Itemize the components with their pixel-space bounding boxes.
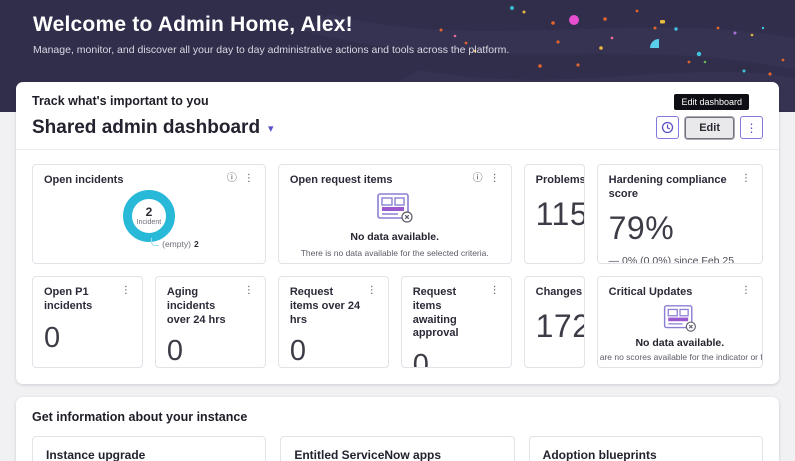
dashboard-actions: Edit dashboard Edit ⋮ — [656, 94, 763, 139]
card-title: Open P1 incidents — [44, 286, 93, 312]
no-data-illustration-icon — [376, 192, 413, 223]
no-data-title: No data available. — [350, 230, 440, 243]
changes-value: 172 — [535, 307, 584, 344]
card-title: Request items awaiting approval — [412, 286, 459, 340]
card-open-p1-incidents: Open P1 incidents ⋮ 0 — [32, 276, 143, 368]
donut-unit: Incident — [136, 218, 162, 226]
instance-info-panel: Get information about your instance Inst… — [16, 397, 779, 461]
page-title: Welcome to Admin Home, Alex! — [33, 13, 353, 36]
dashboard-cards-grid: Open incidents ⓘ ⋮ 2 Incident (empty) 2 — [32, 164, 763, 368]
kebab-menu-icon[interactable]: ⋮ — [244, 286, 254, 296]
hardening-value: 79% — [608, 209, 675, 246]
kebab-menu-icon[interactable]: ⋮ — [490, 286, 500, 296]
hardening-delta: — 0% (0.0%) since Feb 25 — [608, 254, 735, 264]
dashboard-section-heading: Track what's important to you — [32, 94, 209, 108]
info-cards-grid: Instance upgrade Entitled ServiceNow app… — [32, 436, 763, 461]
dashboard-title-row: Shared admin dashboard ▾ Edit dashboard … — [32, 94, 763, 139]
card-adoption-blueprints[interactable]: Adoption blueprints — [528, 436, 763, 461]
card-open-request-items: Open request items ⓘ ⋮ No data available… — [277, 164, 512, 264]
donut-value: 2 — [145, 204, 153, 219]
dashboard-more-button[interactable]: ⋮ — [740, 116, 763, 139]
dashboard-panel: Track what's important to you Shared adm… — [16, 82, 779, 384]
card-aging-incidents: Aging incidents over 24 hrs ⋮ 0 — [154, 276, 266, 368]
edit-dashboard-tooltip: Edit dashboard — [674, 94, 749, 110]
request-over-24-value: 0 — [289, 335, 307, 368]
dashboard-title-label: Shared admin dashboard — [32, 116, 261, 138]
kebab-menu-icon[interactable]: ⋮ — [490, 174, 500, 184]
edit-dashboard-button[interactable]: Edit — [685, 116, 734, 139]
open-incidents-donut-chart[interactable]: 2 Incident (empty) 2 — [44, 189, 254, 249]
no-data-message: There are no scores available for the in… — [598, 351, 763, 362]
legend-label: (empty) — [162, 238, 191, 249]
card-title: Instance upgrade — [46, 448, 146, 461]
no-data-message: There is no data available for the selec… — [300, 247, 489, 258]
card-title: Aging incidents over 24 hrs — [166, 286, 226, 326]
title-divider — [16, 149, 779, 150]
card-problems: Problems ⋮ 115 — [523, 164, 585, 264]
card-open-incidents: Open incidents ⓘ ⋮ 2 Incident (empty) 2 — [32, 164, 266, 264]
card-instance-upgrade[interactable]: Instance upgrade — [32, 436, 267, 461]
donut-ring: 2 Incident — [122, 189, 175, 242]
kebab-menu-icon[interactable]: ⋮ — [741, 174, 751, 184]
card-title: Request items over 24 hrs — [289, 286, 361, 326]
card-entitled-servicenow-apps[interactable]: Entitled ServiceNow apps — [280, 436, 515, 461]
info-icon[interactable]: ⓘ — [227, 174, 237, 184]
kebab-menu-icon[interactable]: ⋮ — [121, 286, 131, 296]
legend-connector — [151, 237, 160, 246]
card-title: Entitled ServiceNow apps — [294, 448, 442, 461]
no-data-illustration-icon — [663, 304, 696, 332]
open-p1-value: 0 — [44, 321, 61, 354]
card-title: Critical Updates — [608, 286, 693, 298]
info-icon[interactable]: ⓘ — [473, 174, 483, 184]
card-title: Changes — [535, 286, 583, 298]
refresh-button[interactable] — [656, 116, 680, 139]
card-request-items-over-24: Request items over 24 hrs ⋮ 0 — [277, 276, 389, 368]
no-data-title: No data available. — [635, 336, 725, 349]
card-changes: Changes ⋮ 172 — [523, 276, 585, 368]
card-title: Hardening compliance score — [608, 174, 727, 200]
card-request-items-awaiting: Request items awaiting approval ⋮ 0 — [400, 276, 512, 368]
kebab-menu-icon: ⋮ — [745, 120, 758, 135]
legend-value: 2 — [193, 238, 199, 249]
card-title: Adoption blueprints — [542, 448, 657, 461]
chevron-down-icon: ▾ — [268, 123, 274, 135]
donut-legend: (empty) 2 — [151, 237, 199, 249]
card-hardening-compliance: Hardening compliance score ⋮ 79% — 0% (0… — [596, 164, 763, 264]
page-subtitle: Manage, monitor, and discover all your d… — [33, 44, 510, 56]
aging-incidents-value: 0 — [166, 335, 184, 368]
kebab-menu-icon[interactable]: ⋮ — [244, 174, 254, 184]
problems-value: 115 — [535, 195, 585, 232]
kebab-menu-icon[interactable]: ⋮ — [741, 286, 751, 296]
card-critical-updates: Critical Updates ⋮ No data available. Th… — [596, 276, 763, 368]
kebab-menu-icon[interactable]: ⋮ — [367, 286, 377, 296]
card-title: Open incidents — [44, 174, 124, 186]
info-section-heading: Get information about your instance — [32, 410, 248, 424]
dashboard-title-dropdown[interactable]: Shared admin dashboard ▾ — [32, 117, 274, 139]
request-awaiting-value: 0 — [412, 349, 430, 368]
card-title: Problems — [535, 174, 585, 186]
card-title: Open request items — [289, 174, 393, 186]
refresh-clock-icon — [662, 121, 674, 134]
